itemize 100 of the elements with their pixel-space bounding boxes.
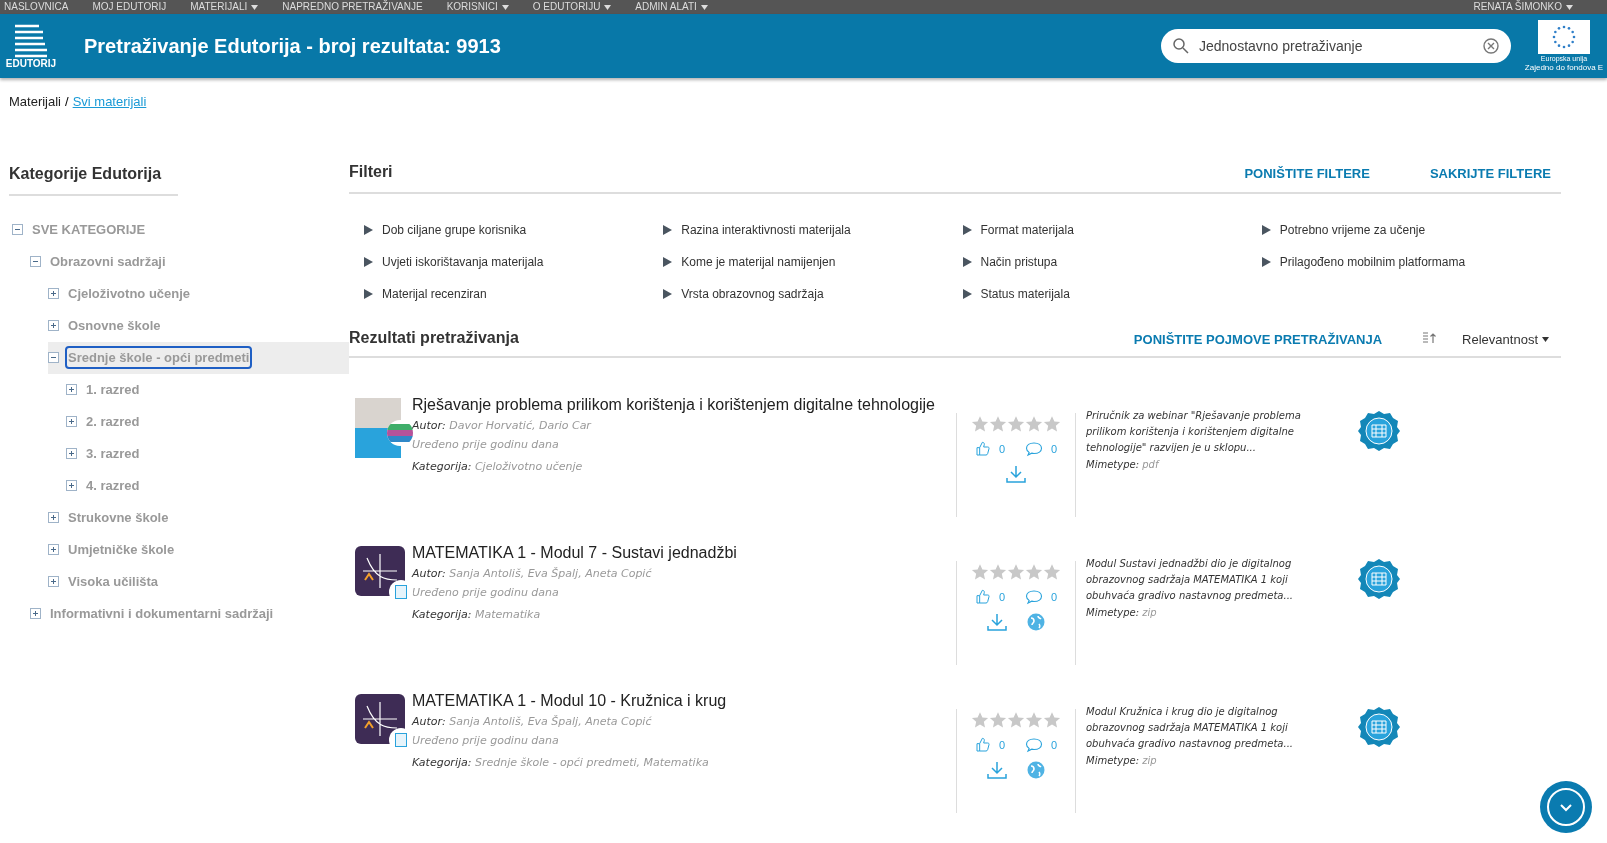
- expand-icon[interactable]: [30, 608, 41, 619]
- filter-toggle[interactable]: Razina interaktivnosti materijala: [663, 213, 963, 246]
- tree-item[interactable]: 1. razred: [85, 379, 141, 400]
- globe-icon[interactable]: [1027, 761, 1045, 779]
- comment-icon[interactable]: [1025, 736, 1043, 753]
- filter-action-link[interactable]: PONIŠTITE FILTERE: [1244, 164, 1370, 184]
- thumbs-up-icon[interactable]: [974, 736, 991, 753]
- filter-label: Vrsta obrazovnog sadržaja: [681, 285, 824, 303]
- nav-link[interactable]: MOJ EDUTORIJ: [92, 2, 167, 12]
- collapse-icon[interactable]: [48, 352, 59, 363]
- filter-toggle[interactable]: Status materijala: [962, 277, 1262, 310]
- comment-icon[interactable]: [1025, 588, 1043, 605]
- nav-link[interactable]: ADMIN ALATI: [635, 2, 708, 12]
- comment-count: 0: [1051, 441, 1058, 457]
- filter-toggle[interactable]: Kome je materijal namijenjen: [663, 245, 963, 278]
- download-icon[interactable]: [987, 761, 1007, 779]
- globe-icon[interactable]: [1027, 613, 1045, 631]
- breadcrumb-link[interactable]: Svi materijali: [72, 92, 147, 112]
- badge-icon: [1358, 705, 1400, 748]
- triangle-icon: [1261, 224, 1271, 235]
- nav-link[interactable]: O EDUTORIJU: [532, 2, 612, 12]
- chevron-down-icon: [1546, 787, 1586, 827]
- category-line: Kategorija: Matematika: [412, 606, 542, 623]
- nav-link[interactable]: KORISNICI: [446, 2, 509, 12]
- eu-flag-drawing: [1538, 20, 1590, 54]
- filter-action-link[interactable]: SAKRIJTE FILTERE: [1429, 164, 1551, 184]
- tree-item[interactable]: 3. razred: [85, 443, 141, 464]
- comment-icon[interactable]: [1025, 440, 1043, 457]
- filter-label: Dob ciljane grupe korisnika: [382, 221, 527, 239]
- triangle-icon: [663, 256, 673, 267]
- logo-text: EDUTORIJ: [5, 58, 57, 70]
- expand-icon[interactable]: [48, 288, 59, 299]
- collapse-icon[interactable]: [12, 224, 23, 235]
- thumbs-up-icon[interactable]: [974, 588, 991, 605]
- filter-toggle[interactable]: Materijal recenziran: [364, 277, 664, 310]
- expand-icon[interactable]: [48, 576, 59, 587]
- star-icon: [1043, 562, 1061, 581]
- star-icon: [1007, 414, 1025, 433]
- author-line: Autor: Sanja Antoliš, Eva Špalj, Aneta Copić: [412, 713, 653, 730]
- caret-icon: [1566, 4, 1573, 10]
- comment-count: 0: [1051, 589, 1058, 605]
- nav-link[interactable]: NASLOVNICA: [4, 2, 69, 12]
- reset-search-link[interactable]: PONIŠTITE POJMOVE PRETRAŽIVANJA: [1133, 330, 1383, 350]
- filter-toggle[interactable]: Vrsta obrazovnog sadržaja: [663, 277, 963, 310]
- mimetype-line: Mimetype: zip: [1086, 753, 1158, 768]
- search-bar[interactable]: Jednostavno pretraživanje: [1161, 29, 1511, 63]
- filter-label: Kome je materijal namijenjen: [681, 253, 836, 271]
- page-title: Pretraživanje Edutorija - broj rezultata: 9913: [84, 34, 501, 59]
- triangle-icon: [663, 288, 673, 299]
- tree-item[interactable]: 2. razred: [85, 411, 141, 432]
- star-icon: [1043, 710, 1061, 729]
- results-title: Rezultati pretraživanja: [349, 327, 519, 348]
- filter-toggle[interactable]: Uvjeti iskorištavanja materijala: [364, 245, 664, 278]
- result-title[interactable]: Rješavanje problema prilikom korištenja i korištenjem digitalne tehnologije: [412, 393, 952, 416]
- tree-item[interactable]: 4. razred: [85, 475, 141, 496]
- tree-item[interactable]: Umjetničke škole: [67, 539, 176, 560]
- collapse-icon[interactable]: [30, 256, 41, 267]
- description-text: Modul Kružnica i krug dio je digitalnog obrazovnog sadržaja MATEMATIKA 1 koji obuhvaća gradivo nastavnog predmeta...: [1086, 704, 1294, 751]
- sort-dropdown[interactable]: Relevantnost: [1462, 330, 1549, 350]
- filter-toggle[interactable]: Način pristupa: [962, 245, 1262, 278]
- scroll-down-button[interactable]: [1540, 781, 1592, 833]
- nav-link[interactable]: MATERIJALI: [190, 2, 259, 12]
- thumbs-up-icon[interactable]: [974, 440, 991, 457]
- download-icon[interactable]: [987, 613, 1007, 631]
- filter-label: Uvjeti iskorištavanja materijala: [382, 253, 544, 271]
- expand-icon[interactable]: [66, 384, 77, 395]
- caret-icon: [604, 4, 612, 10]
- edited-text: Uređeno prije godinu dana: [412, 584, 560, 601]
- result-title[interactable]: MATEMATIKA 1 - Modul 7 - Sustavi jednadžbi: [412, 541, 952, 564]
- breadcrumb-item[interactable]: Materijali: [9, 92, 61, 112]
- expand-icon[interactable]: [48, 512, 59, 523]
- edited-text: Uređeno prije godinu dana: [412, 732, 560, 749]
- tree-item[interactable]: Obrazovni sadržaji: [49, 251, 167, 272]
- expand-icon[interactable]: [48, 320, 59, 331]
- star-icon: [1007, 562, 1025, 581]
- like-count: 0: [998, 737, 1005, 753]
- star-icon: [1025, 710, 1043, 729]
- nav-link[interactable]: NAPREDNO PRETRAŽIVANJE: [282, 2, 423, 12]
- description-text: Priručnik za webinar "Rješavanje problema prilikom korištenja i korištenjem digitalne tehnologije" razvijen je u sklopu...: [1086, 408, 1302, 455]
- expand-icon[interactable]: [66, 480, 77, 491]
- result-title[interactable]: MATEMATIKA 1 - Modul 10 - Kružnica i krug: [412, 689, 952, 712]
- user-menu[interactable]: RENATA ŠIMONKO: [1473, 2, 1573, 12]
- expand-icon[interactable]: [66, 416, 77, 427]
- clear-icon[interactable]: [1483, 38, 1499, 54]
- tree-item[interactable]: Visoka učilišta: [67, 571, 160, 592]
- tree-item[interactable]: Cjeloživotno učenje: [67, 283, 192, 304]
- filter-toggle[interactable]: Format materijala: [962, 213, 1262, 246]
- eu-subtitle: Zajedno do fondova E: [1524, 63, 1604, 72]
- download-icon[interactable]: [1006, 465, 1026, 483]
- expand-icon[interactable]: [66, 448, 77, 459]
- filter-toggle[interactable]: Potrebno vrijeme za učenje: [1261, 213, 1561, 246]
- filter-label: Način pristupa: [980, 253, 1058, 271]
- search-field[interactable]: Jednostavno pretraživanje: [1199, 35, 1473, 57]
- expand-icon[interactable]: [48, 544, 59, 555]
- mimetype-line: Mimetype: pdf: [1086, 457, 1161, 472]
- filter-toggle[interactable]: Dob ciljane grupe korisnika: [364, 213, 664, 246]
- star-icon: [1007, 710, 1025, 729]
- triangle-icon: [364, 288, 373, 299]
- filter-toggle[interactable]: Prilagođeno mobilnim platformama: [1261, 245, 1561, 278]
- filter-label: Materijal recenziran: [382, 285, 487, 303]
